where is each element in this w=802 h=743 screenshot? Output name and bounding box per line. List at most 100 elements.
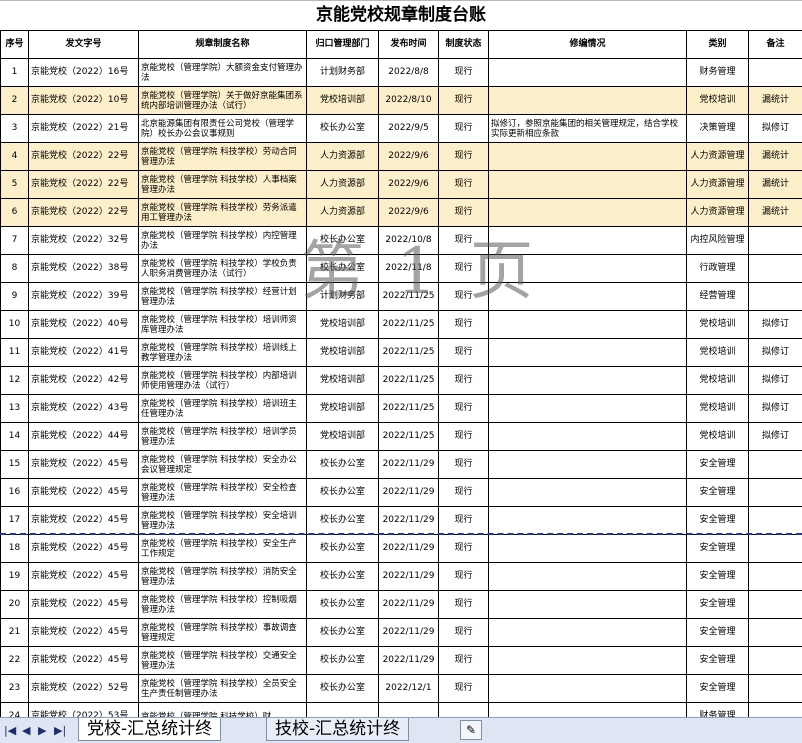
cell-revision[interactable]: [489, 675, 687, 703]
cell-date[interactable]: 2022/11/29: [379, 591, 439, 619]
cell-revision[interactable]: [489, 647, 687, 675]
table-row[interactable]: 14京能党校（2022）44号京能党校（管理学院 科技学校）培训学员管理办法党校…: [1, 423, 802, 451]
cell-no[interactable]: 9: [1, 283, 29, 311]
cell-name[interactable]: 京能党校（管理学院 科技学校）人事档案管理办法: [139, 171, 307, 199]
cell-dept[interactable]: 校长办公室: [307, 227, 379, 255]
cell-no[interactable]: 6: [1, 199, 29, 227]
cell-remark[interactable]: 拟修订: [749, 339, 802, 367]
table-row[interactable]: 3京能党校（2022）21号北京能源集团有限责任公司党校（管理学院）校长办公会议…: [1, 115, 802, 143]
cell-doc[interactable]: 京能党校（2022）41号: [29, 339, 139, 367]
cell-status[interactable]: 现行: [439, 115, 489, 143]
cell-dept[interactable]: 校长办公室: [307, 619, 379, 647]
cell-doc[interactable]: 京能党校（2022）40号: [29, 311, 139, 339]
cell-revision[interactable]: [489, 227, 687, 255]
cell-status[interactable]: 现行: [439, 59, 489, 87]
cell-no[interactable]: 5: [1, 171, 29, 199]
cell-dept[interactable]: 党校培训部: [307, 367, 379, 395]
cell-dept[interactable]: [307, 703, 379, 718]
cell-remark[interactable]: [749, 227, 802, 255]
cell-doc[interactable]: 京能党校（2022）42号: [29, 367, 139, 395]
cell-revision[interactable]: [489, 339, 687, 367]
cell-status[interactable]: 现行: [439, 395, 489, 423]
cell-doc[interactable]: 京能党校（2022）10号: [29, 87, 139, 115]
cell-date[interactable]: 2022/11/25: [379, 423, 439, 451]
cell-category[interactable]: 党校培训: [687, 339, 749, 367]
cell-no[interactable]: 13: [1, 395, 29, 423]
cell-no[interactable]: 21: [1, 619, 29, 647]
table-row[interactable]: 21京能党校（2022）45号京能党校（管理学院 科技学校）事故调查管理规定校长…: [1, 619, 802, 647]
cell-name[interactable]: 京能党校（管理学院 科技学校）全员安全生产责任制管理办法: [139, 675, 307, 703]
cell-status[interactable]: 现行: [439, 423, 489, 451]
header-cell-category[interactable]: 类别: [687, 31, 749, 59]
cell-remark[interactable]: 拟修订: [749, 367, 802, 395]
cell-doc[interactable]: 京能党校（2022）45号: [29, 563, 139, 591]
cell-status[interactable]: 现行: [439, 199, 489, 227]
table-row[interactable]: 1京能党校（2022）16号京能党校（管理学院）大额资金支付管理办法计划财务部2…: [1, 59, 802, 87]
cell-remark[interactable]: [749, 255, 802, 283]
cell-revision[interactable]: [489, 395, 687, 423]
cell-doc[interactable]: 京能党校（2022）53号: [29, 703, 139, 718]
cell-remark[interactable]: 拟修订: [749, 311, 802, 339]
cell-revision[interactable]: [489, 535, 687, 563]
cell-name[interactable]: 京能党校（管理学院 科技学校）安全检查管理办法: [139, 479, 307, 507]
table-row[interactable]: 12京能党校（2022）42号京能党校（管理学院 科技学校）内部培训师使用管理办…: [1, 367, 802, 395]
cell-date[interactable]: 2022/10/8: [379, 227, 439, 255]
cell-status[interactable]: 现行: [439, 507, 489, 535]
cell-name[interactable]: 京能党校（管理学院 科技学校）交通安全管理办法: [139, 647, 307, 675]
cell-name[interactable]: 京能党校（管理学院）大额资金支付管理办法: [139, 59, 307, 87]
cell-category[interactable]: 决策管理: [687, 115, 749, 143]
cell-category[interactable]: 安全管理: [687, 479, 749, 507]
cell-revision[interactable]: [489, 199, 687, 227]
cell-category[interactable]: 经营管理: [687, 283, 749, 311]
cell-revision[interactable]: [489, 171, 687, 199]
prev-sheet-nav-icon[interactable]: ◀: [22, 724, 30, 737]
cell-name[interactable]: 京能党校（管理学院 科技学校）安全培训管理办法: [139, 507, 307, 535]
cell-name[interactable]: 京能党校（管理学院 科技学校）财: [139, 703, 307, 718]
cell-date[interactable]: [379, 703, 439, 718]
cell-date[interactable]: 2022/11/25: [379, 283, 439, 311]
cell-doc[interactable]: 京能党校（2022）44号: [29, 423, 139, 451]
cell-no[interactable]: 2: [1, 87, 29, 115]
cell-dept[interactable]: 人力资源部: [307, 171, 379, 199]
cell-status[interactable]: 现行: [439, 591, 489, 619]
cell-name[interactable]: 京能党校（管理学院 科技学校）事故调查管理规定: [139, 619, 307, 647]
cell-remark[interactable]: [749, 507, 802, 535]
cell-status[interactable]: 现行: [439, 647, 489, 675]
cell-dept[interactable]: 校长办公室: [307, 255, 379, 283]
cell-category[interactable]: 财务管理: [687, 703, 749, 718]
cell-status[interactable]: 现行: [439, 479, 489, 507]
cell-dept[interactable]: 党校培训部: [307, 311, 379, 339]
cell-revision[interactable]: [489, 563, 687, 591]
sheet-title[interactable]: 京能党校规章制度台账: [0, 0, 802, 31]
cell-no[interactable]: 12: [1, 367, 29, 395]
table-row[interactable]: 6京能党校（2022）22号京能党校（管理学院 科技学校）劳务派遣用工管理办法人…: [1, 199, 802, 227]
cell-doc[interactable]: 京能党校（2022）22号: [29, 171, 139, 199]
cell-dept[interactable]: 校长办公室: [307, 479, 379, 507]
cell-status[interactable]: 现行: [439, 367, 489, 395]
cell-status[interactable]: 现行: [439, 311, 489, 339]
cell-doc[interactable]: 京能党校（2022）22号: [29, 143, 139, 171]
cell-category[interactable]: 党校培训: [687, 311, 749, 339]
cell-remark[interactable]: [749, 535, 802, 563]
cell-status[interactable]: 现行: [439, 339, 489, 367]
cell-status[interactable]: 现行: [439, 227, 489, 255]
last-sheet-nav-icon[interactable]: ▶|: [54, 724, 66, 737]
cell-category[interactable]: 党校培训: [687, 87, 749, 115]
table-row[interactable]: 22京能党校（2022）45号京能党校（管理学院 科技学校）交通安全管理办法校长…: [1, 647, 802, 675]
cell-revision[interactable]: [489, 703, 687, 718]
table-row[interactable]: 13京能党校（2022）43号京能党校（管理学院 科技学校）培训班主任管理办法党…: [1, 395, 802, 423]
cell-category[interactable]: 安全管理: [687, 507, 749, 535]
table-row[interactable]: 10京能党校（2022）40号京能党校（管理学院 科技学校）培训师资库管理办法党…: [1, 311, 802, 339]
cell-remark[interactable]: 漏统计: [749, 87, 802, 115]
cell-no[interactable]: 23: [1, 675, 29, 703]
cell-category[interactable]: 人力资源管理: [687, 143, 749, 171]
cell-dept[interactable]: 计划财务部: [307, 283, 379, 311]
cell-remark[interactable]: [749, 591, 802, 619]
cell-revision[interactable]: [489, 143, 687, 171]
cell-name[interactable]: 京能党校（管理学院 科技学校）经营计划管理办法: [139, 283, 307, 311]
table-row[interactable]: 16京能党校（2022）45号京能党校（管理学院 科技学校）安全检查管理办法校长…: [1, 479, 802, 507]
cell-date[interactable]: 2022/9/6: [379, 143, 439, 171]
cell-dept[interactable]: 党校培训部: [307, 339, 379, 367]
cell-category[interactable]: 党校培训: [687, 395, 749, 423]
cell-revision[interactable]: [489, 87, 687, 115]
